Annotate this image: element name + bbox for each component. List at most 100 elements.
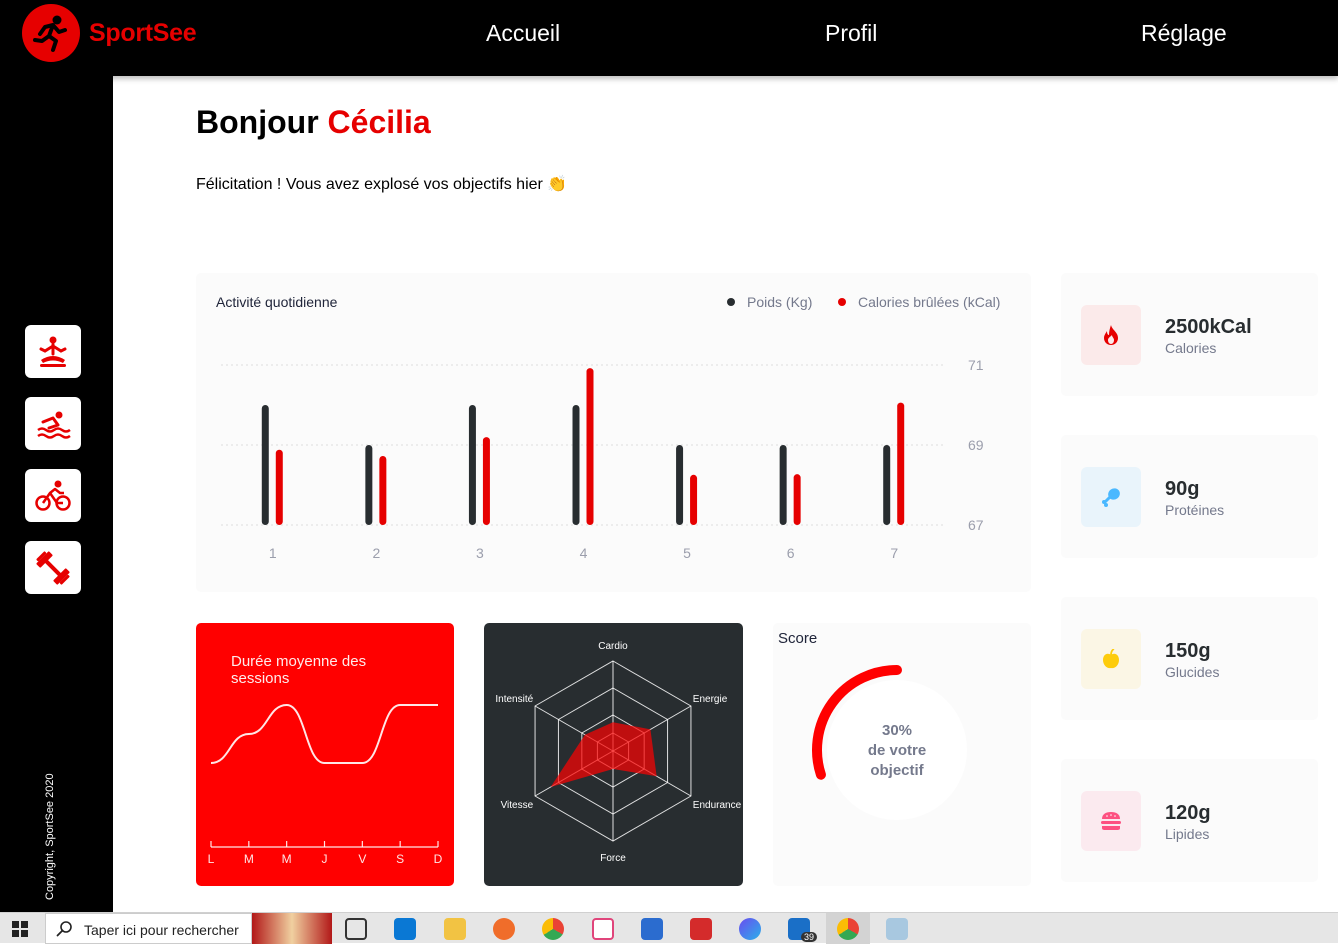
chrome-active-icon[interactable]: [837, 918, 859, 940]
calories-bar: [275, 449, 283, 525]
kpi-proteins-value: 90g: [1165, 478, 1200, 500]
calories-bar: [690, 474, 698, 525]
kpi-carbs-value: 150g: [1165, 640, 1211, 662]
mail-badge: 39: [801, 932, 818, 942]
nav-reglage[interactable]: Réglage: [1141, 20, 1227, 47]
radar-label: Energie: [693, 694, 728, 705]
file-explorer-icon[interactable]: [444, 918, 466, 940]
sessions-day-label: V: [358, 852, 366, 866]
kpi-calories: 2500kCal Calories: [1061, 273, 1318, 396]
radar-label: Cardio: [598, 641, 628, 652]
calories-bar: [482, 437, 490, 525]
weight-bar: [676, 445, 684, 525]
calories-bar: [897, 402, 905, 525]
top-navbar: SportSee Accueil Profil Réglage: [0, 0, 1338, 76]
x-tick-label: 3: [476, 545, 484, 561]
swimming-button[interactable]: [25, 397, 81, 450]
calories-bar: [793, 474, 801, 525]
x-tick-label: 2: [372, 545, 380, 561]
kpi-calories-value: 2500kCal: [1165, 316, 1252, 338]
x-tick-label: 6: [787, 545, 795, 561]
sessions-line: [210, 703, 438, 764]
windows-start-icon[interactable]: [12, 921, 28, 937]
task-view-icon[interactable]: [345, 918, 367, 940]
search-icon: [56, 921, 72, 937]
dumbbell-icon: [36, 550, 70, 585]
radar-label: Endurance: [693, 800, 742, 811]
user-name: Cécilia: [327, 104, 431, 140]
score-percent: 30%: [881, 722, 913, 739]
x-tick-label: 5: [683, 545, 691, 561]
meditation-button[interactable]: [25, 325, 81, 378]
dumbbell-button[interactable]: [25, 541, 81, 594]
apple-icon: [1081, 629, 1141, 689]
kpi-lipids-label: Lipides: [1165, 826, 1210, 842]
weight-bar: [468, 405, 476, 525]
copilot-icon[interactable]: [739, 918, 761, 940]
score-line1: de votre: [867, 742, 927, 759]
logo[interactable]: SportSee: [22, 4, 197, 62]
weight-bar: [365, 445, 373, 525]
y-tick-label: 71: [968, 357, 984, 373]
vscode-icon[interactable]: [394, 918, 416, 940]
kpi-lipids: 120g Lipides: [1061, 759, 1318, 882]
score-label: 30% de votre objectif: [847, 721, 947, 781]
dashboard-main: Bonjour Cécilia Félicitation ! Vous avez…: [113, 76, 1338, 912]
swimming-icon: [37, 411, 71, 439]
radar-label: Vitesse: [501, 800, 534, 811]
kpi-carbs: 150g Glucides: [1061, 597, 1318, 720]
radar-area: [550, 722, 657, 787]
sessions-day-label: M: [244, 852, 254, 866]
weight-bar: [261, 405, 269, 525]
search-highlight-image[interactable]: [252, 913, 332, 944]
sidebar: Copyright, SportSee 2020: [0, 76, 113, 912]
congrats-message: Félicitation ! Vous avez explosé vos obj…: [196, 176, 568, 193]
runner-icon: [22, 4, 80, 62]
cycling-button[interactable]: [25, 469, 81, 522]
sessions-day-label: L: [208, 852, 215, 866]
kpi-lipids-value: 120g: [1165, 802, 1211, 824]
calories-bar: [586, 368, 594, 525]
x-tick-label: 4: [580, 545, 588, 561]
score-line2: objectif: [870, 762, 924, 779]
performance-card: Cardio Energie Endurance Force Vitesse Intens…: [484, 623, 743, 886]
cheeseburger-icon: [1081, 791, 1141, 851]
windows-taskbar: Taper ici pour rechercher 39: [0, 912, 1338, 944]
weight-bar: [779, 445, 787, 525]
sessions-day-label: D: [434, 852, 443, 866]
sessions-day-label: S: [396, 852, 404, 866]
search-placeholder: Taper ici pour rechercher: [84, 922, 239, 938]
copyright-text: Copyright, SportSee 2020: [44, 773, 56, 900]
y-tick-label: 69: [968, 437, 984, 453]
sessions-card: Durée moyenne des sessions LMMJVSD: [196, 623, 454, 886]
x-tick-label: 1: [269, 545, 277, 561]
snipping-tool-icon[interactable]: [592, 918, 614, 940]
sessions-day-label: J: [322, 852, 328, 866]
fire-icon: [1081, 305, 1141, 365]
cycling-icon: [35, 480, 71, 511]
page-title: Bonjour Cécilia: [196, 104, 431, 141]
nav-profil[interactable]: Profil: [825, 20, 877, 47]
kpi-proteins-label: Protéines: [1165, 502, 1225, 518]
nav-accueil[interactable]: Accueil: [486, 20, 560, 47]
store-icon[interactable]: [641, 918, 663, 940]
notepad-icon[interactable]: [886, 918, 908, 940]
greeting-hello: Bonjour: [196, 104, 328, 140]
activity-card: Activité quotidienne Poids (Kg) Calories…: [196, 273, 1031, 592]
meditation-icon: [39, 336, 67, 367]
performance-radar-chart: Cardio Energie Endurance Force Vitesse Intens…: [495, 641, 742, 864]
radar-label: Intensité: [495, 694, 533, 705]
kpi-proteins: 90g Protéines: [1061, 435, 1318, 558]
radar-label: Force: [600, 853, 626, 864]
gift-icon[interactable]: [690, 918, 712, 940]
activity-chart: 6769711 2 3 4 5 6 7: [221, 357, 984, 561]
taskbar-search[interactable]: Taper ici pour rechercher: [45, 913, 252, 944]
score-card: Score 30% de votre objectif: [773, 623, 1031, 886]
sessions-chart: LMMJVSD: [208, 703, 443, 866]
chrome-icon[interactable]: [542, 918, 564, 940]
kpi-carbs-label: Glucides: [1165, 664, 1220, 680]
chicken-icon: [1081, 467, 1141, 527]
sessions-day-label: M: [282, 852, 292, 866]
calories-bar: [379, 455, 387, 525]
firefox-icon[interactable]: [493, 918, 515, 940]
